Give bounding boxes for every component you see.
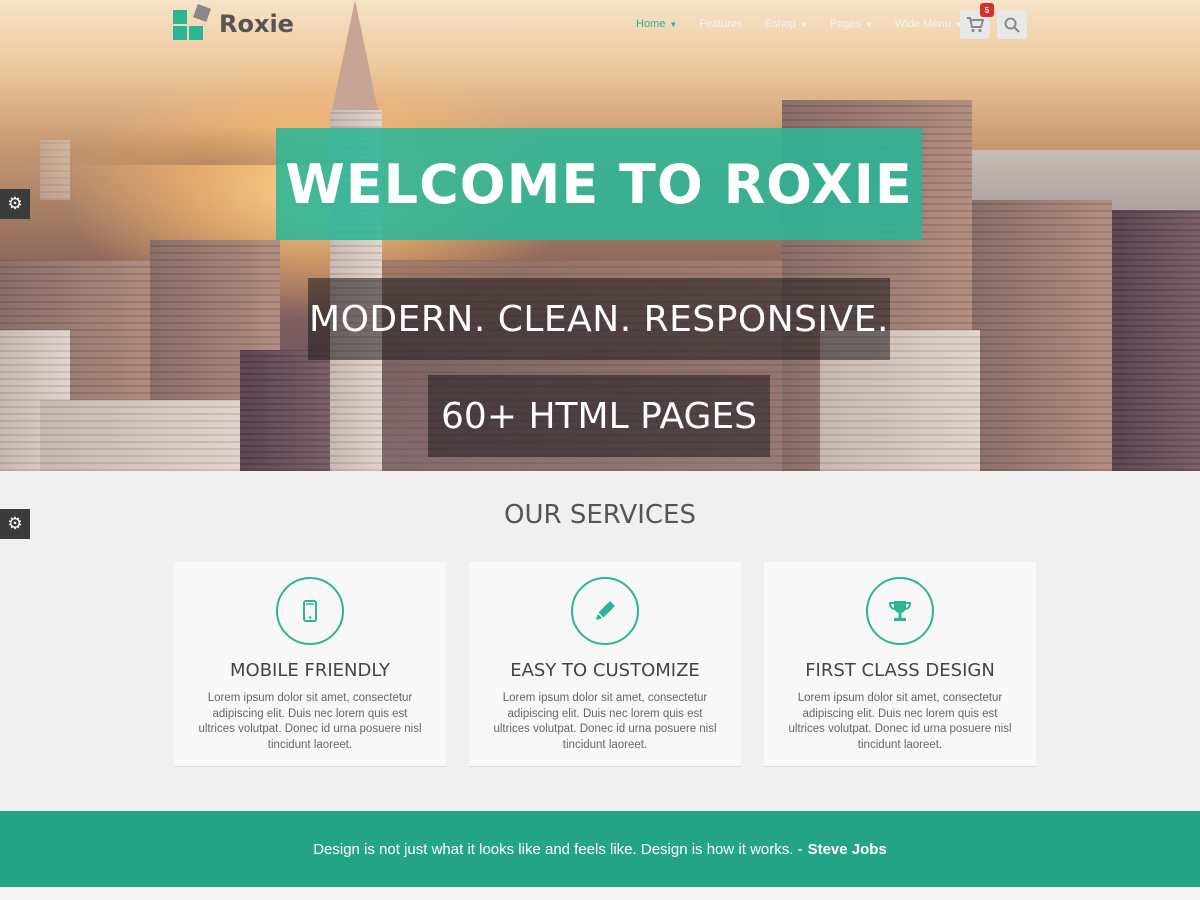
service-title: EASY TO CUSTOMIZE [510, 660, 700, 681]
hero-subtitle: MODERN. CLEAN. RESPONSIVE. [308, 278, 890, 360]
hero-title: WELCOME TO ROXIE [276, 128, 922, 240]
service-card: EASY TO CUSTOMIZE Lorem ipsum dolor sit … [469, 562, 741, 767]
main-nav: Home ▼ Features Eshop ▼ Pages ▼ Wide Menu ▼ [636, 18, 985, 30]
logo-icon [173, 4, 213, 42]
shopping-cart-icon [967, 16, 984, 32]
service-description: Lorem ipsum dolor sit amet, consectetur … [198, 692, 422, 751]
search-icon [1004, 17, 1020, 33]
chevron-down-icon: ▼ [669, 19, 678, 29]
service-description: Lorem ipsum dolor sit amet, consectetur … [788, 692, 1012, 751]
logo-text: Roxie [219, 10, 294, 38]
service-title: MOBILE FRIENDLY [230, 660, 390, 681]
nav-item-home[interactable]: Home ▼ [636, 18, 677, 30]
service-card: MOBILE FRIENDLY Lorem ipsum dolor sit am… [174, 562, 446, 767]
chevron-down-icon: ▼ [865, 19, 873, 29]
pencil-icon [596, 601, 615, 620]
nav-item-features[interactable]: Features [699, 18, 742, 30]
cart-count-badge: 5 [980, 3, 994, 17]
search-button[interactable] [997, 10, 1027, 39]
trophy-icon [888, 601, 912, 621]
section-title: OUR SERVICES [504, 500, 696, 530]
site-logo[interactable]: Roxie [173, 4, 294, 42]
nav-item-wide-menu[interactable]: Wide Menu ▼ [895, 18, 963, 30]
nav-item-eshop[interactable]: Eshop ▼ [765, 18, 808, 30]
gear-icon: ⚙ [7, 194, 23, 213]
chevron-down-icon: ▼ [799, 19, 808, 29]
service-title: FIRST CLASS DESIGN [805, 660, 995, 681]
nav-item-pages[interactable]: Pages ▼ [830, 18, 873, 30]
service-description: Lorem ipsum dolor sit amet, consectetur … [493, 692, 717, 751]
settings-toggle-button[interactable]: ⚙ [0, 189, 30, 219]
cart-button[interactable]: 5 [960, 3, 994, 39]
quote-banner: Design is not just what it looks like an… [0, 811, 1200, 887]
service-card: FIRST CLASS DESIGN Lorem ipsum dolor sit… [764, 562, 1036, 767]
mobile-phone-icon [303, 600, 317, 622]
hero-subtitle-pages: 60+ HTML PAGES [428, 375, 770, 457]
quote-text: Design is not just what it looks like an… [313, 840, 803, 858]
quote-author: Steve Jobs [807, 840, 887, 858]
